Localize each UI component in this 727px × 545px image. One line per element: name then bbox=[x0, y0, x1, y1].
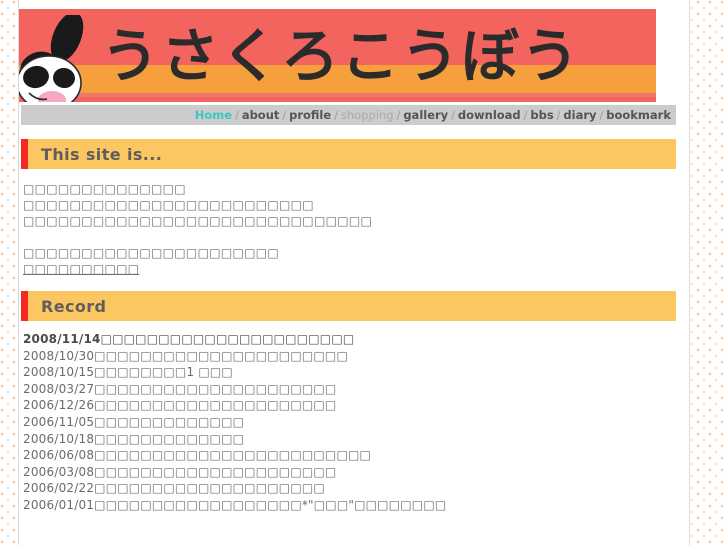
record-row: 2006/03/08□□□□□□□□□□□□□□□□□□□□□ bbox=[23, 464, 689, 481]
heading-accent-bar bbox=[21, 139, 28, 169]
page-title: This site is... bbox=[41, 144, 163, 164]
nav-item-bookmark[interactable]: bookmark bbox=[605, 108, 672, 122]
nav-separator: / bbox=[282, 109, 287, 122]
record-text: □□□□□□□□□□□□□□□□□□*"□□□"□□□□□□□□ bbox=[94, 497, 447, 512]
record-text: □□□□□□□□□□□□□□□□□□□□□ bbox=[94, 464, 337, 479]
site-banner: うさくろこうぼう bbox=[19, 9, 656, 102]
record-date: 2006/10/18 bbox=[23, 431, 95, 446]
section-header-record: Record bbox=[21, 291, 676, 321]
record-text: □□□□□□□□□□□□□ bbox=[94, 414, 245, 429]
record-date: 2008/03/27 bbox=[23, 381, 95, 396]
nav-item-shopping[interactable]: shopping bbox=[340, 108, 395, 122]
heading-accent-bar bbox=[21, 291, 28, 321]
record-text: □□□□□□□□□□□□□□□□□□□□□□□□ bbox=[94, 448, 372, 463]
record-date: 2008/10/15 bbox=[23, 365, 95, 380]
main-navigation[interactable]: Home / about / profile / shopping / gallery / down… bbox=[21, 105, 676, 125]
record-text: □□□□□□□□1 □□□ bbox=[94, 365, 233, 380]
record-text: □□□□□□□□□□□□□□□□□□□□□ bbox=[94, 398, 337, 413]
nav-item-about[interactable]: about bbox=[241, 108, 281, 122]
nav-item-home[interactable]: Home bbox=[194, 108, 233, 122]
record-text: □□□□□□□□□□□□□□□□□□□□□□ bbox=[100, 332, 355, 346]
about-link-line[interactable]: □□□□□□□□□□ bbox=[23, 261, 689, 277]
panda-mascot-icon bbox=[19, 12, 109, 102]
record-text: □□□□□□□□□□□□□ bbox=[94, 431, 245, 446]
main-content: □ This site is... □□□□□□□□□□□□□□□□□□□□□□… bbox=[19, 139, 689, 514]
record-text: □□□□□□□□□□□□□□□□□□□□□ bbox=[94, 381, 337, 396]
about-text-line: □□□□□□□□□□□□□□□□□□□□□□□□□□□□□□ bbox=[23, 214, 373, 228]
about-text-block: □□□□□□□□□□□□□□ □□□□□□□□□□□□□□□□□□□□□□□□□ □… bbox=[21, 169, 689, 277]
record-date: 2006/01/01 bbox=[23, 497, 95, 512]
section-title-record: Record bbox=[41, 296, 107, 316]
nav-item-download[interactable]: download bbox=[457, 108, 522, 122]
about-text-line: □□□□□□□□□□□□□□□□□□□□□□ bbox=[23, 246, 280, 260]
record-row: 2008/03/27□□□□□□□□□□□□□□□□□□□□□ bbox=[23, 381, 689, 398]
record-row: 2008/10/30□□□□□□□□□□□□□□□□□□□□□□ bbox=[23, 348, 689, 365]
record-date: 2006/12/26 bbox=[23, 398, 95, 413]
record-date: 2006/11/05 bbox=[23, 414, 95, 429]
record-row: 2006/06/08□□□□□□□□□□□□□□□□□□□□□□□□ bbox=[23, 447, 689, 464]
nav-item-gallery[interactable]: gallery bbox=[402, 108, 449, 122]
nav-item-profile[interactable]: profile bbox=[288, 108, 332, 122]
record-row: 2006/01/01□□□□□□□□□□□□□□□□□□*"□□□"□□□□□□… bbox=[23, 497, 689, 514]
record-row: 2006/02/22□□□□□□□□□□□□□□□□□□□□ bbox=[23, 480, 689, 497]
record-text: □□□□□□□□□□□□□□□□□□□□□□ bbox=[94, 348, 349, 363]
record-date: 2006/02/22 bbox=[23, 481, 95, 496]
nav-item-diary[interactable]: diary bbox=[562, 108, 597, 122]
record-date: 2006/06/08 bbox=[23, 448, 95, 463]
nav-separator: / bbox=[334, 109, 338, 122]
record-row: 2008/10/15□□□□□□□□1 □□□ bbox=[23, 364, 689, 381]
section-header-this-site-is: This site is... bbox=[21, 139, 676, 169]
record-list: 2008/11/14□□□□□□□□□□□□□□□□□□□□□□ 2008/10/… bbox=[21, 321, 689, 514]
nav-separator: / bbox=[235, 109, 239, 122]
site-logo-text: うさくろこうぼう bbox=[101, 22, 582, 90]
record-row: 2008/11/14□□□□□□□□□□□□□□□□□□□□□□ bbox=[23, 331, 689, 348]
record-date: 2006/03/08 bbox=[23, 464, 95, 479]
page-container: うさくろこうぼう Home / about / profile / shopping / gal… bbox=[18, 0, 690, 545]
nav-separator: / bbox=[451, 109, 455, 122]
record-row: 2006/10/18□□□□□□□□□□□□□ bbox=[23, 431, 689, 448]
about-text-line: □□□□□□□□□□□□□□□□□□□□□□□□□ bbox=[23, 198, 314, 212]
about-text-line: □□□□□□□□□□□□□□ bbox=[23, 182, 186, 196]
record-text: □□□□□□□□□□□□□□□□□□□□ bbox=[94, 481, 325, 496]
record-row: 2006/11/05□□□□□□□□□□□□□ bbox=[23, 414, 689, 431]
nav-item-bbs[interactable]: bbs bbox=[529, 108, 554, 122]
record-date: 2008/10/30 bbox=[23, 348, 95, 363]
record-date: 2008/11/14 bbox=[23, 332, 101, 346]
record-row: 2006/12/26□□□□□□□□□□□□□□□□□□□□□ bbox=[23, 397, 689, 414]
banner-bottom-band bbox=[19, 97, 656, 102]
